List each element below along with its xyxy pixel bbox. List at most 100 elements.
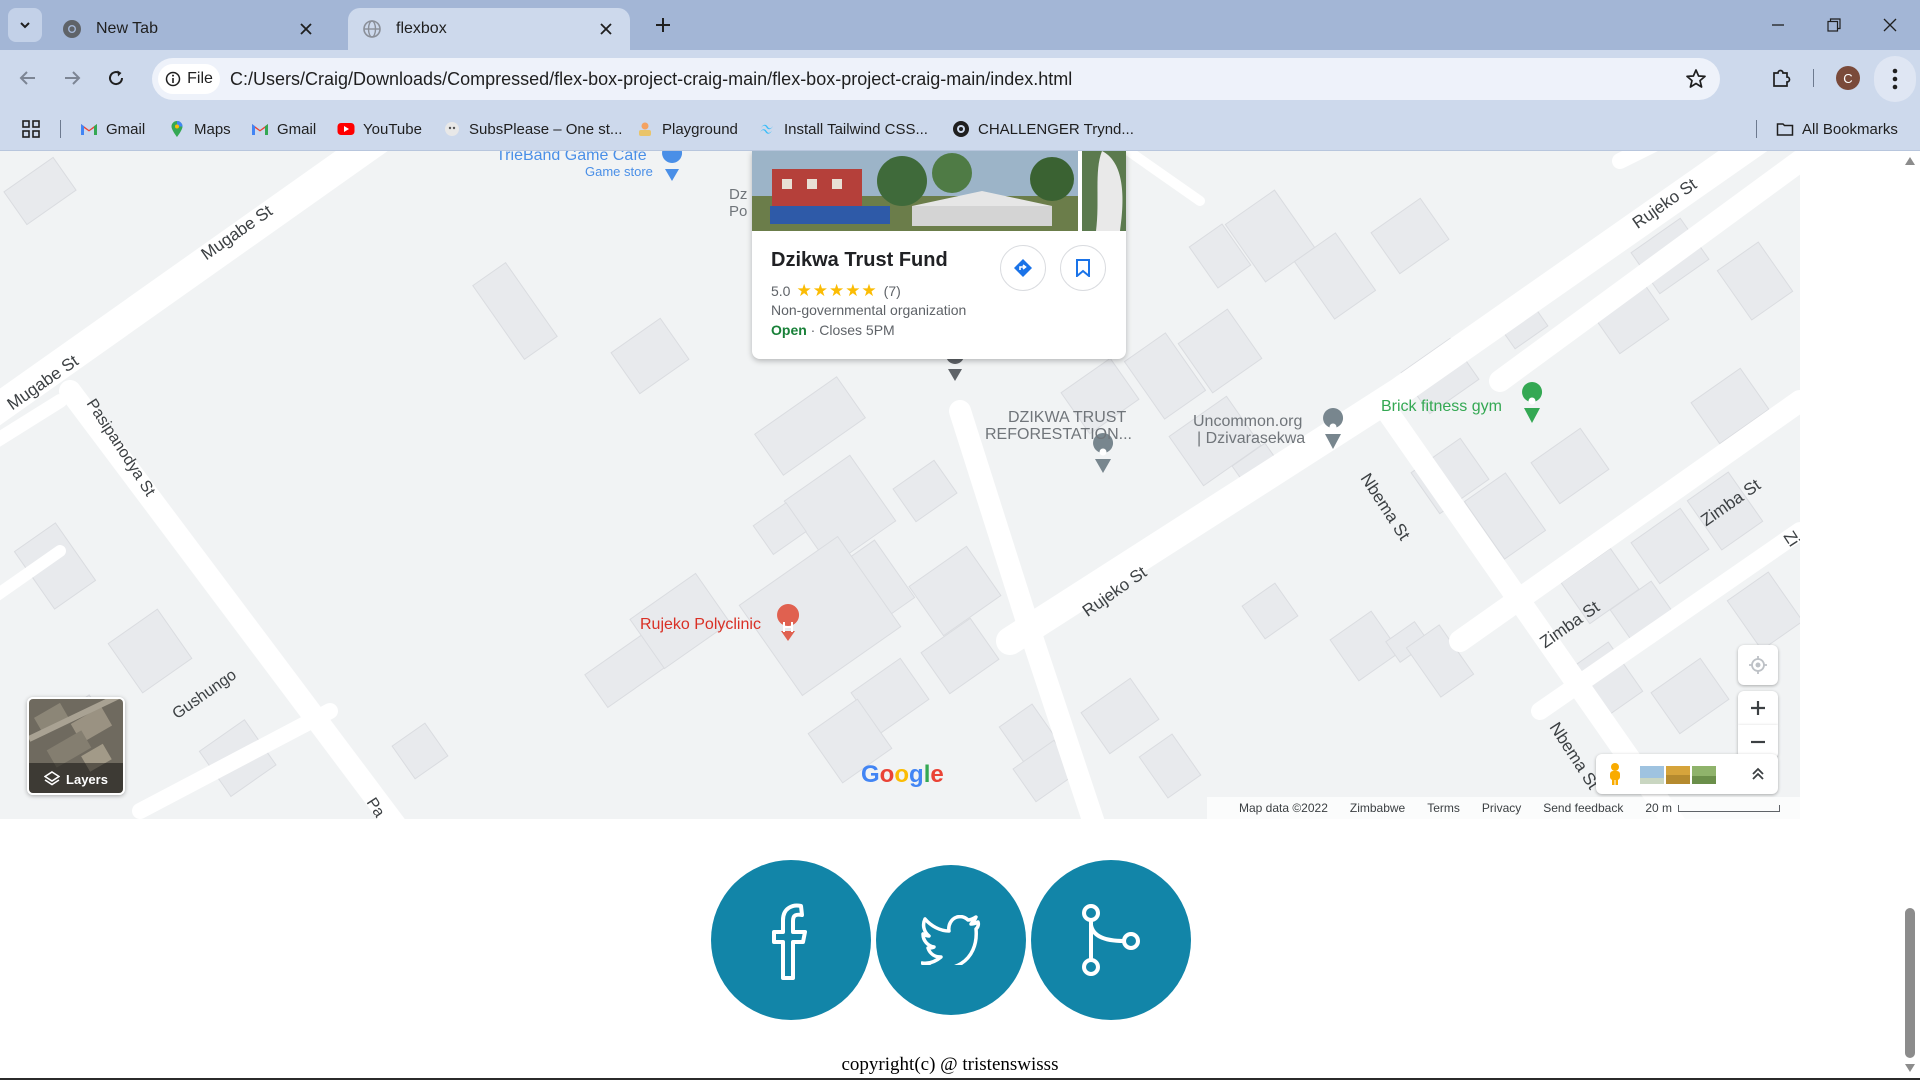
chrome-menu-button[interactable] [1874,56,1916,102]
back-button[interactable] [10,60,46,96]
pegman-icon[interactable] [1606,762,1624,786]
bookmark-playground[interactable]: Playground [636,108,738,150]
minimize-button[interactable] [1750,0,1806,50]
scale-bar [1678,804,1780,812]
toolbar-divider [1813,69,1814,87]
scroll-down-arrow-icon[interactable] [1904,1062,1916,1074]
bookmark-label: Install Tailwind CSS... [784,120,928,138]
toolbar: File C:/Users/Craig/Downloads/Compressed… [0,50,1920,108]
logo-letter: e [930,761,944,788]
my-location-button[interactable] [1738,645,1778,685]
bookmark-tailwind[interactable]: Install Tailwind CSS... [758,108,928,150]
poi-dzikwa-trust-line2[interactable]: REFORESTATION... [985,426,1132,444]
poi-brick-gym[interactable]: Brick fitness gym [1381,398,1502,416]
embedded-map[interactable]: Mugabe St Mugabe St Pasipanodya St Gushu… [0,151,1800,819]
bookmark-subsplease[interactable]: SubsPlease – One st... [443,108,622,150]
close-tab-icon[interactable] [296,19,316,39]
more-vertical-icon [1892,68,1898,90]
apps-grid-icon [22,120,40,138]
logo-letter: G [861,761,880,788]
terms-link[interactable]: Terms [1427,801,1460,815]
region-label: Zimbabwe [1349,801,1406,815]
apps-button[interactable] [22,108,40,150]
privacy-link[interactable]: Privacy [1482,801,1521,815]
tab-flexbox[interactable]: flexbox [348,8,630,50]
copyright-text: copyright(c) @ tristenswisss [841,1054,1059,1075]
place-category: Non-governmental organization [771,302,967,318]
layers-icon [44,771,61,786]
place-info-card[interactable]: Dzikwa Trust Fund 5.0 ★★★★★ (7) Non-gove… [752,151,1126,359]
bookmark-star-icon[interactable] [1684,67,1708,91]
review-count[interactable]: (7) [884,283,901,299]
profile-button[interactable]: C [1830,60,1866,96]
poi-uncommon-line1[interactable]: Uncommon.org [1193,413,1302,431]
close-window-button[interactable] [1862,0,1918,50]
logo-letter: g [909,761,924,788]
site-info-chip[interactable]: File [158,64,220,94]
title-bar: New Tab flexbox [0,0,1920,50]
all-bookmarks-label: All Bookmarks [1802,120,1898,138]
arrow-right-icon [65,71,81,85]
tab-new-tab[interactable]: New Tab [48,8,330,50]
open-status: Open [771,322,807,338]
layers-label: Layers [66,771,108,787]
place-name[interactable]: Dzikwa Trust Fund [771,249,948,272]
bookmark-challenger[interactable]: CHALLENGER Trynd... [952,108,1134,150]
forward-button[interactable] [54,60,90,96]
place-photo[interactable] [752,151,1078,231]
facebook-button[interactable] [711,860,871,1020]
bookmark-label: Gmail [277,120,317,138]
scroll-up-arrow-icon[interactable] [1904,155,1916,167]
scheme-label: File [187,70,213,87]
layers-button[interactable]: Layers [27,697,125,795]
new-tab-button[interactable] [648,10,678,40]
bookmark-label: Playground [662,120,738,138]
scrollbar-thumb[interactable] [1905,908,1915,1058]
url-text[interactable]: C:/Users/Craig/Downloads/Compressed/flex… [230,58,1072,100]
bookmark-maps[interactable]: Maps [168,108,231,150]
imagery-thumbnails[interactable] [1640,766,1720,784]
street-view-bar [1596,754,1778,794]
map-data-credit[interactable]: Map data ©2022 [1239,801,1328,815]
poi-dzikwa-trust-line1[interactable]: DZIKWA TRUST [1008,409,1126,427]
reload-button[interactable] [98,60,134,96]
send-feedback-link[interactable]: Send feedback [1543,801,1623,815]
facebook-icon [772,903,807,980]
playground-icon [639,122,651,136]
poi-uncommon-line2[interactable]: | Dzivarasekwa [1197,430,1305,448]
extensions-button[interactable] [1763,60,1799,96]
close-tab-icon[interactable] [596,19,616,39]
all-bookmarks-button[interactable]: All Bookmarks [1776,108,1898,150]
poi-truncated-label: Dz [729,186,748,203]
avatar: C [1836,66,1860,90]
page-scrollbar[interactable] [1900,151,1920,1080]
poi-polyclinic[interactable]: Rujeko Polyclinic [640,616,761,634]
place-photo[interactable] [1082,151,1126,231]
place-hours: Open · Closes 5PM [771,322,895,338]
bookmark-youtube[interactable]: YouTube [337,108,422,150]
zoom-in-button[interactable] [1738,691,1778,725]
git-button[interactable] [1031,860,1191,1020]
directions-button[interactable] [1000,245,1046,291]
restore-button[interactable] [1806,0,1862,50]
bookmark-gmail[interactable]: Gmail [80,108,145,150]
poi-truncated-label: Po [729,203,748,220]
tab-search-button[interactable] [8,8,42,42]
address-bar[interactable]: File C:/Users/Craig/Downloads/Compressed… [152,58,1720,100]
scale-label[interactable]: 20 m [1645,801,1672,815]
minimize-icon [1772,24,1784,26]
google-logo: Google [861,761,944,789]
plus-icon [656,18,670,32]
crosshair-icon [1749,656,1767,674]
expand-up-icon[interactable] [1748,764,1768,784]
save-place-button[interactable] [1060,245,1106,291]
twitter-icon [921,915,981,965]
reload-icon [109,70,124,86]
rating-value: 5.0 [771,283,791,299]
bookmark-gmail-2[interactable]: Gmail [251,108,316,150]
poi-game-cafe-type: Game store [585,164,653,179]
poi-game-cafe[interactable]: TrieBand Game Cafe [496,151,647,165]
twitter-button[interactable] [876,865,1026,1015]
git-branch-icon [1082,904,1140,976]
bookmarks-bar: Gmail Maps Gmail YouTube SubsPlease – On… [0,108,1920,151]
